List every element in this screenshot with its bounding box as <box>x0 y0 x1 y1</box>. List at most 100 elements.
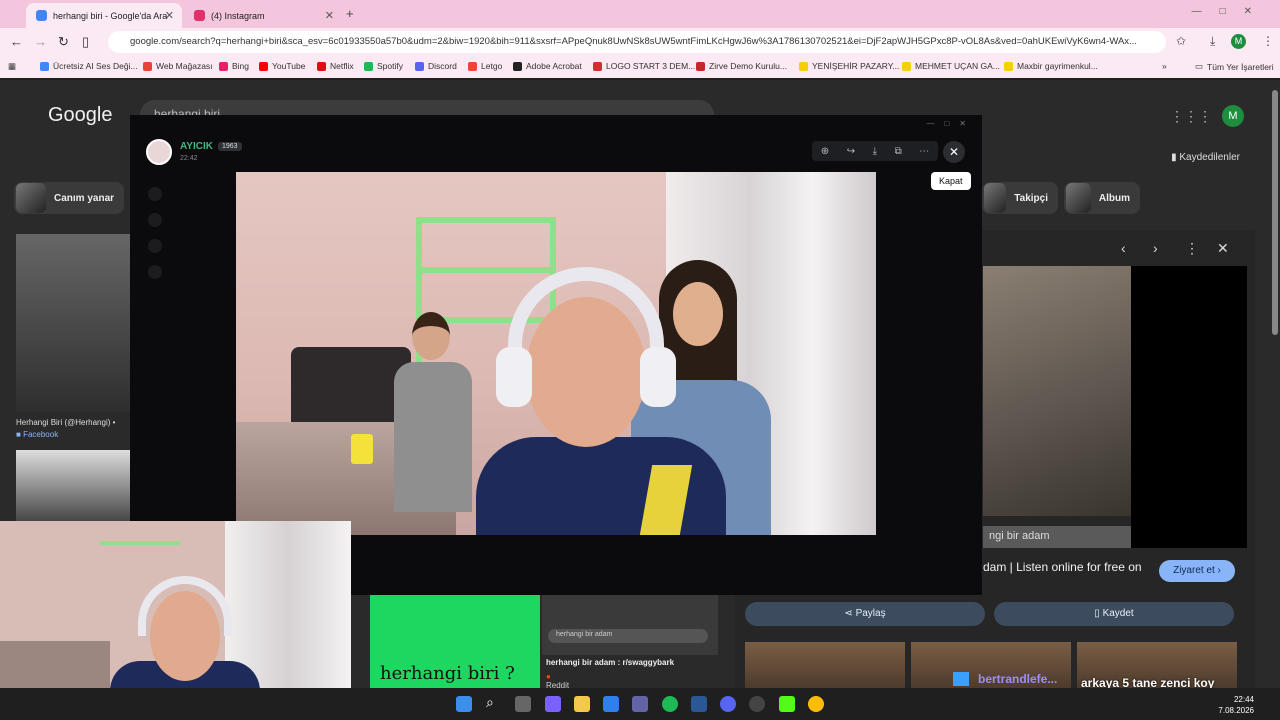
preview-title[interactable]: dam | Listen online for free on <box>983 560 1142 574</box>
file-explorer-icon[interactable] <box>574 696 590 712</box>
bookmark-item[interactable]: Discord <box>415 61 457 71</box>
extensions-icon[interactable]: ✩ <box>1176 34 1186 48</box>
chat-user-icon <box>953 672 969 686</box>
bookmark-item[interactable]: YENİŞEHİR PAZARY... <box>799 61 899 71</box>
close-icon[interactable]: ✕ <box>1217 240 1229 257</box>
google-apps-icon[interactable]: ⋮⋮⋮ <box>1170 108 1212 125</box>
back-button[interactable]: ← <box>10 34 23 49</box>
system-clock[interactable]: 22:44 7.08.2026 <box>1218 694 1254 716</box>
filter-chip[interactable]: Album <box>1064 182 1140 214</box>
filter-chip[interactable]: Canım yanar <box>14 182 125 214</box>
bookmark-item[interactable]: LOGO START 3 DEM... <box>593 61 695 71</box>
spotify-icon[interactable] <box>662 696 678 712</box>
reload-button[interactable]: ↻ <box>58 34 69 50</box>
preview-image-background <box>1131 266 1247 548</box>
new-tab-button[interactable]: + <box>346 6 354 21</box>
all-bookmarks[interactable]: ▭ Tüm Yer İşaretleri <box>1195 61 1274 72</box>
menu-icon[interactable]: ⋮ <box>1262 34 1274 48</box>
avatar[interactable] <box>146 139 172 165</box>
save-button[interactable]: ▯ Kaydet <box>994 602 1234 626</box>
chrome-icon[interactable] <box>808 696 824 712</box>
bookmark-item[interactable]: Letgo <box>468 61 502 71</box>
bookmark-item[interactable]: Zirve Demo Kurulu... <box>696 61 787 71</box>
saved-link[interactable]: ▮ Kaydedilenler <box>1171 152 1240 163</box>
more-icon[interactable]: ⋯ <box>919 146 929 157</box>
window-controls[interactable]: —□✕ <box>1192 6 1270 17</box>
clock-date: 7.08.2026 <box>1218 706 1254 715</box>
sidepanel-icon[interactable]: ▯ <box>82 34 89 50</box>
forward-button[interactable]: → <box>34 34 47 49</box>
copilot-icon[interactable] <box>545 696 561 712</box>
bookmark-item[interactable]: Maxbir gayrimenkul... <box>1004 61 1098 71</box>
tab-google-search[interactable]: herhangi biri - Google'da Ara ✕ <box>26 3 182 28</box>
search-icon[interactable]: ⌕ <box>486 694 502 710</box>
obs-icon[interactable] <box>749 696 765 712</box>
tab-label: herhangi biri - Google'da Ara <box>53 10 168 21</box>
bookmark-item[interactable]: YouTube <box>259 61 305 71</box>
close-tooltip: Kapat <box>931 172 971 190</box>
taskbar: ⌕ 22:44 7.08.2026 <box>0 688 1280 720</box>
bookmark-item[interactable]: MEHMET UÇAN GA... <box>902 61 1000 71</box>
instagram-icon <box>194 10 205 21</box>
bookmarks-bar: ▦ Ücretsiz AI Ses Deği... Web Mağazası B… <box>0 56 1280 78</box>
kick-icon[interactable] <box>779 696 795 712</box>
bookmark-item[interactable]: Spotify <box>364 61 403 71</box>
close-icon[interactable]: ✕ <box>165 9 174 22</box>
result-image[interactable] <box>16 450 130 522</box>
close-icon[interactable]: ✕ <box>325 9 334 22</box>
preview-image[interactable] <box>983 266 1131 516</box>
result-image[interactable] <box>16 234 130 412</box>
teams-icon[interactable] <box>632 696 648 712</box>
task-view-icon[interactable] <box>515 696 531 712</box>
google-logo[interactable]: Google <box>48 104 113 127</box>
more-icon[interactable]: ⋮ <box>1185 240 1199 257</box>
scrollbar-thumb[interactable] <box>1272 90 1278 335</box>
avatar[interactable]: M <box>1222 105 1244 127</box>
filter-chip[interactable]: Takipçi <box>982 182 1058 214</box>
reddit-icon: ● <box>546 672 551 681</box>
vscode-icon[interactable] <box>691 696 707 712</box>
share-icon: ⋖ <box>844 608 856 619</box>
result-image[interactable]: herhangi bir adam <box>542 595 718 655</box>
download-icon[interactable]: ⤓ <box>1210 34 1215 49</box>
browser-toolbar: ← → ↻ ▯ google.com/search?q=herhangi+bir… <box>0 28 1280 56</box>
share-button[interactable]: ⋖ Paylaş <box>745 602 985 626</box>
download-icon[interactable]: ⤓ <box>873 146 877 157</box>
webcam-feed <box>0 521 351 688</box>
bookmarks-overflow-icon[interactable]: » <box>1162 61 1167 71</box>
google-icon <box>36 10 47 21</box>
visit-button[interactable]: Ziyaret et › <box>1159 560 1235 582</box>
next-icon[interactable]: › <box>1153 240 1158 256</box>
open-external-icon[interactable]: ⧉ <box>895 146 902 157</box>
window-controls[interactable]: —□✕ <box>926 119 976 128</box>
result-image[interactable]: herhangi biri ? <box>370 595 540 688</box>
chat-username: bertrandlefe... <box>978 672 1058 686</box>
close-button[interactable]: ✕ <box>943 141 965 163</box>
bookmark-item[interactable]: Web Mağazası <box>143 61 213 71</box>
result-caption[interactable]: Herhangi Biri (@Herhangi) • <box>16 418 115 427</box>
facebook-icon: ■ <box>16 430 24 439</box>
apps-icon[interactable]: ▦ <box>8 61 16 72</box>
address-bar[interactable]: google.com/search?q=herhangi+biri&sca_es… <box>108 31 1166 53</box>
discord-icon[interactable] <box>720 696 736 712</box>
viewer-toolbar: ⊕ ↪ ⤓ ⧉ ⋯ <box>812 141 938 161</box>
discord-server-list <box>140 175 170 575</box>
related-image[interactable] <box>745 642 905 688</box>
bookmark-item[interactable]: Bing <box>219 61 249 71</box>
result-caption[interactable]: herhangi bir adam : r/swaggybark <box>546 658 674 667</box>
username[interactable]: AYICIK <box>180 141 213 152</box>
bookmark-item[interactable]: Ücretsiz AI Ses Deği... <box>40 61 138 71</box>
bookmark-icon: ▯ <box>1094 608 1103 619</box>
forward-icon[interactable]: ↪ <box>847 146 855 157</box>
prev-icon[interactable]: ‹ <box>1121 240 1126 256</box>
zoom-icon[interactable]: ⊕ <box>821 146 829 157</box>
url-text: google.com/search?q=herhangi+biri&sca_es… <box>130 36 1137 47</box>
tab-instagram[interactable]: (4) Instagram ✕ <box>184 3 342 28</box>
windows-start-icon[interactable] <box>456 696 472 712</box>
mail-icon[interactable] <box>603 696 619 712</box>
bookmark-item[interactable]: Netflix <box>317 61 354 71</box>
page-scrollbar[interactable] <box>1270 80 1280 688</box>
bookmark-item[interactable]: Adobe Acrobat <box>513 61 582 71</box>
profile-avatar[interactable]: M <box>1231 34 1246 49</box>
viewed-photo[interactable] <box>236 172 876 535</box>
